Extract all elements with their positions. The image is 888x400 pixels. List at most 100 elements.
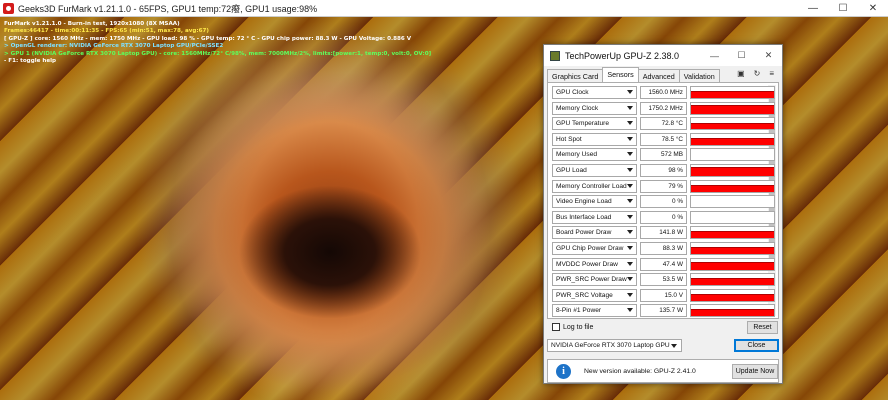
chevron-down-icon: [627, 261, 633, 266]
sensor-row: GPU Clock 1560.0 MHz: [552, 86, 775, 99]
chevron-down-icon: [627, 214, 633, 219]
sensor-label-dropdown[interactable]: Memory Clock: [552, 101, 637, 115]
log-to-file-checkbox[interactable]: [552, 323, 560, 331]
sensor-label: PWR_SRC Power Draw: [556, 276, 627, 284]
gpuz-maximize-button[interactable]: ☐: [728, 45, 755, 66]
sensor-row: Memory Used 572 MB: [552, 148, 775, 162]
gpu-select-value: NVIDIA GeForce RTX 3070 Laptop GPU: [551, 342, 670, 349]
chevron-down-icon: [627, 230, 633, 235]
camera-icon[interactable]: ▣: [737, 69, 745, 78]
sensor-graph: [690, 117, 775, 131]
sensor-row: Memory Controller Load 79 %: [552, 179, 775, 193]
tab-sensors[interactable]: Sensors: [602, 67, 639, 82]
sensor-row: Bus Interface Load 0 %: [552, 210, 775, 224]
refresh-icon[interactable]: ↻: [754, 69, 761, 78]
sensor-graph-bar: [691, 309, 774, 317]
sensor-value: 98 %: [640, 164, 687, 177]
sensor-graph: [690, 86, 775, 99]
sensor-label: Board Power Draw: [556, 229, 612, 237]
overlay-line-version: FurMark v1.21.1.0 - Burn-in test, 1920x1…: [4, 21, 180, 27]
chevron-down-icon: [627, 90, 633, 94]
sensor-label-dropdown[interactable]: PWR_SRC Power Draw: [552, 273, 637, 287]
sensor-row: GPU Temperature 72.8 °C: [552, 117, 775, 131]
tab-toolbar: ▣ ↻ ≡: [737, 69, 774, 78]
gpuz-minimize-button[interactable]: —: [701, 45, 728, 66]
update-now-button[interactable]: Update Now: [732, 364, 778, 379]
gpuz-window: TechPowerUp GPU-Z 2.38.0 — ☐ ✕ Graphics …: [543, 44, 783, 384]
sensor-graph: [690, 195, 775, 209]
chevron-down-icon: [627, 168, 633, 172]
minimize-button[interactable]: —: [798, 0, 828, 17]
sensor-label-dropdown[interactable]: Memory Controller Load: [552, 179, 637, 193]
log-to-file-row: Log to file: [552, 323, 593, 331]
chevron-down-icon: [627, 308, 633, 313]
sensor-label-dropdown[interactable]: GPU Load: [552, 164, 637, 177]
tab-graphics-card[interactable]: Graphics Card: [547, 69, 604, 82]
sensor-label-dropdown[interactable]: GPU Temperature: [552, 117, 637, 131]
sensor-label: 8-Pin #1 Power: [556, 307, 602, 315]
sensor-label-dropdown[interactable]: 8-Pin #1 Power: [552, 304, 637, 318]
overlay-line-renderer: > OpenGL renderer: NVIDIA GeForce RTX 30…: [4, 43, 224, 50]
sensor-label: GPU Temperature: [556, 120, 610, 128]
gpu-select[interactable]: NVIDIA GeForce RTX 3070 Laptop GPU: [547, 339, 682, 352]
chevron-down-icon: [627, 183, 633, 188]
sensor-graph-bar: [691, 293, 774, 301]
gpuz-titlebar: TechPowerUp GPU-Z 2.38.0 — ☐ ✕: [544, 45, 782, 66]
chevron-down-icon: [671, 344, 677, 348]
overlay-line-help: - F1: toggle help: [4, 58, 57, 65]
sensor-label-dropdown[interactable]: PWR_SRC Voltage: [552, 288, 637, 302]
sensor-label-dropdown[interactable]: MVDDC Power Draw: [552, 257, 637, 271]
sensors-panel: GPU Clock 1560.0 MHz Memory Clock 1750.2 MH…: [547, 82, 779, 319]
sensor-graph-bar: [691, 278, 774, 286]
sensor-graph-bar: [691, 231, 774, 239]
chevron-down-icon: [627, 292, 633, 297]
sensor-label-dropdown[interactable]: Bus Interface Load: [552, 210, 637, 224]
sensor-label: GPU Clock: [556, 89, 589, 96]
chevron-down-icon: [627, 136, 633, 141]
close-button[interactable]: ✕: [858, 0, 888, 17]
sensor-row: Memory Clock 1750.2 MHz: [552, 101, 775, 115]
window-controls: — ☐ ✕: [798, 0, 888, 17]
sensor-row: 8-Pin #1 Power 135.7 W: [552, 304, 775, 318]
sensor-graph: [690, 242, 775, 255]
menu-icon[interactable]: ≡: [769, 69, 774, 78]
sensor-graph: [690, 226, 775, 240]
sensor-label-dropdown[interactable]: Memory Used: [552, 148, 637, 162]
sensor-label: GPU Chip Power Draw: [556, 245, 624, 252]
sensor-graph: [690, 273, 775, 287]
sensor-value: 135.7 W: [640, 304, 687, 318]
sensor-graph-bar: [691, 167, 774, 176]
sensor-graph: [690, 164, 775, 177]
reset-button[interactable]: Reset: [747, 321, 778, 334]
sensor-label: Bus Interface Load: [556, 213, 612, 221]
tab-advanced[interactable]: Advanced: [637, 69, 680, 82]
sensor-value: 79 %: [640, 179, 687, 193]
overlay-line-gpuz: [ GPU-Z ] core: 1560 MHz - mem: 1750 MHz…: [4, 35, 412, 42]
chevron-down-icon: [627, 152, 633, 157]
sensor-label-dropdown[interactable]: Video Engine Load: [552, 195, 637, 209]
sensor-row: PWR_SRC Power Draw 53.5 W: [552, 273, 775, 287]
close-dialog-button[interactable]: Close: [734, 339, 779, 352]
chevron-down-icon: [627, 105, 633, 110]
sensor-label-dropdown[interactable]: Board Power Draw: [552, 226, 637, 240]
sensor-label-dropdown[interactable]: Hot Spot: [552, 132, 637, 146]
gpuz-close-button[interactable]: ✕: [755, 45, 782, 66]
update-bar: i New version available: GPU-Z 2.41.0 Up…: [547, 359, 779, 383]
chevron-down-icon: [627, 246, 633, 250]
sensor-graph-bar: [691, 246, 774, 254]
sensor-label-dropdown[interactable]: GPU Chip Power Draw: [552, 242, 637, 255]
sensor-label: Memory Used: [556, 151, 598, 159]
sensor-value: 0 %: [640, 195, 687, 209]
tab-validation[interactable]: Validation: [678, 69, 720, 82]
sensor-label-dropdown[interactable]: GPU Clock: [552, 86, 637, 99]
sensor-graph-bar: [691, 122, 774, 130]
sensor-row: Board Power Draw 141.8 W: [552, 226, 775, 240]
sensor-value: 72.8 °C: [640, 117, 687, 131]
window-title: Geeks3D FurMark v1.21.1.0 - 65FPS, GPU1 …: [18, 3, 318, 14]
gpuz-window-controls: — ☐ ✕: [701, 45, 782, 66]
maximize-button[interactable]: ☐: [828, 0, 858, 17]
sensor-row: PWR_SRC Voltage 15.0 V: [552, 288, 775, 302]
sensor-graph: [690, 210, 775, 224]
sensor-graph-bar: [691, 262, 774, 270]
chevron-down-icon: [627, 121, 633, 126]
